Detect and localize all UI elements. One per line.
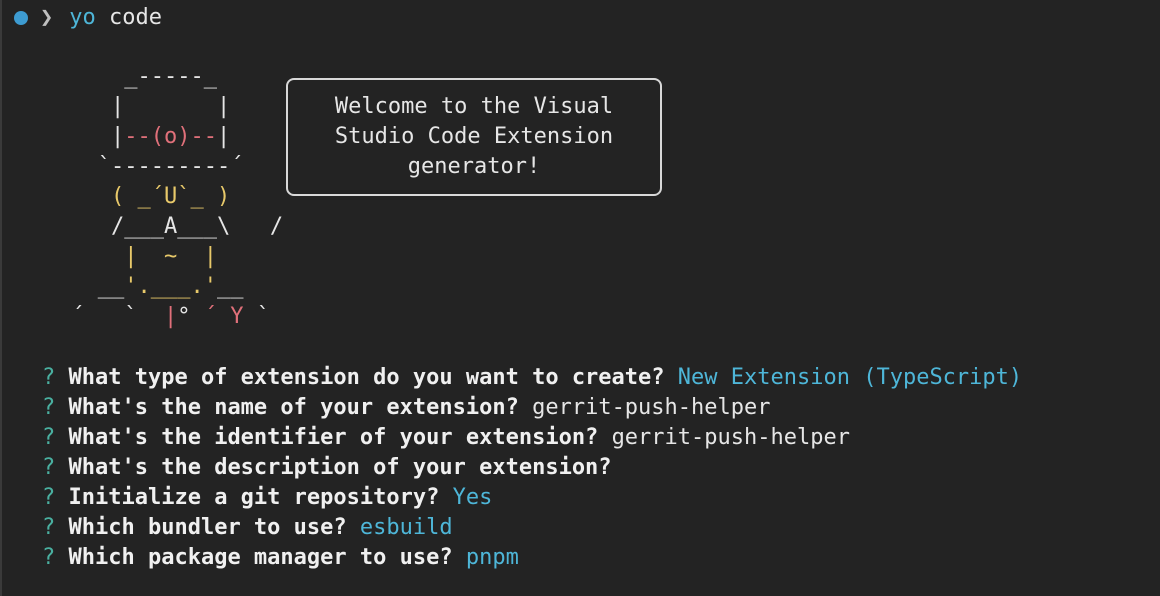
ascii-line-3-red: --(o)-- [124,124,217,149]
question-answer: Yes [452,485,493,510]
ascii-line-9-red-2: ´ Y [203,304,244,329]
status-dot-icon [14,11,28,25]
generator-question-list: ? What type of extension do you want to … [42,363,1022,573]
prompt-chevron: ❯ [40,5,54,30]
ascii-line-8-post: __ [216,274,284,299]
question-mark-icon: ? [42,455,56,480]
ascii-line-8-yellow: '.___.' [124,274,217,299]
question-text: What type of extension do you want to cr… [68,365,665,390]
question-text: Initialize a git repository? [68,485,440,510]
question-answer: New Extension (TypeScript) [677,365,1023,390]
ascii-line-9-pre: ´ ` [58,304,164,329]
question-package-manager: ? Which package manager to use? pnpm [42,543,1022,573]
ascii-line-6: /___A___\ / [58,214,284,239]
question-mark-icon: ? [42,485,56,510]
welcome-line-2: Studio Code Extension [334,124,614,149]
question-answer: gerrit-push-helper [532,395,771,420]
question-extension-identifier: ? What's the identifier of your extensio… [42,423,1022,453]
ascii-line-5-yellow: ( _´U`_ ) [110,184,231,209]
ascii-line-7-pre [58,244,124,269]
ascii-line-3-post: | [216,124,284,149]
question-mark-icon: ? [42,515,56,540]
ascii-line-9-red-1: | [163,304,178,329]
question-text: What's the name of your extension? [68,395,519,420]
welcome-speech-bubble: Welcome to the Visual Studio Code Extens… [286,78,662,196]
command-argument-text: code [109,5,162,30]
question-extension-type: ? What type of extension do you want to … [42,363,1022,393]
question-answer: pnpm [465,545,519,570]
yeoman-ascii-logo: _-----_ | | |--(o)--| `---------´ ( _´U`… [58,62,283,332]
question-mark-icon: ? [42,545,56,570]
command-prompt-line: ❯ yo code [14,3,162,33]
question-mark-icon: ? [42,365,56,390]
ascii-line-5-pre [58,184,111,209]
terminal-window[interactable]: ❯ yo code _-----_ | | |--(o)--| `--------… [0,0,1160,596]
command-name: yo [69,5,96,30]
command-argument: code [96,3,162,33]
question-text: What's the identifier of your extension? [68,425,599,450]
question-mark-icon: ? [42,395,56,420]
question-text: Which package manager to use? [68,545,453,570]
ascii-line-2: | | [58,94,284,119]
question-extension-description: ? What's the description of your extensi… [42,453,1022,483]
question-text: What's the description of your extension… [68,455,612,480]
question-init-git: ? Initialize a git repository? Yes [42,483,1022,513]
question-mark-icon: ? [42,425,56,450]
ascii-line-8-pre: __ [58,274,125,299]
welcome-line-1: Welcome to the Visual [334,94,614,119]
ascii-line-1: _-----_ [58,64,284,89]
welcome-line-3: generator! [407,154,541,179]
question-bundler: ? Which bundler to use? esbuild [42,513,1022,543]
ascii-line-9-mid: ° [177,304,204,329]
question-answer: esbuild [359,515,453,540]
ascii-line-7-yellow: | ~ | [124,244,217,269]
ascii-line-4: `---------´ [58,154,284,179]
question-answer: gerrit-push-helper [611,425,850,450]
ascii-line-9-post: ` [243,304,284,329]
ascii-line-3-pre: | [58,124,125,149]
question-extension-name: ? What's the name of your extension? ger… [42,393,1022,423]
question-text: Which bundler to use? [68,515,347,540]
